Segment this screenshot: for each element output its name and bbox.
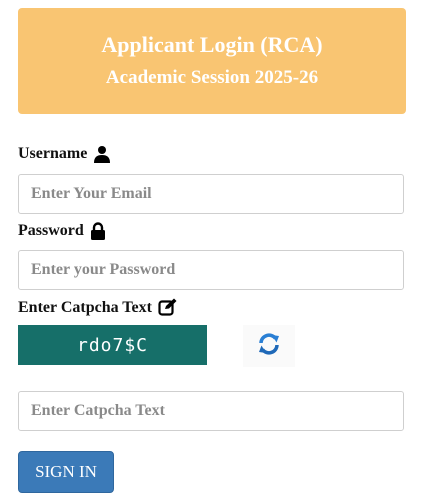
- captcha-input[interactable]: [18, 391, 404, 431]
- edit-icon: [158, 298, 177, 317]
- captcha-image-text: rdo7$C: [76, 334, 149, 356]
- captcha-refresh-button[interactable]: [243, 325, 295, 367]
- refresh-icon: [257, 332, 281, 361]
- password-input[interactable]: [18, 250, 404, 290]
- page-subtitle: Academic Session 2025-26: [105, 67, 319, 88]
- captcha-label-row: Enter Catpcha Text: [18, 298, 177, 317]
- password-label-row: Password: [18, 222, 106, 240]
- lock-icon: [90, 222, 106, 240]
- password-label: Password: [18, 222, 84, 239]
- user-icon: [93, 145, 111, 163]
- username-input[interactable]: [18, 174, 404, 214]
- sign-in-button[interactable]: SIGN IN: [18, 451, 114, 493]
- username-label-row: Username: [18, 145, 111, 163]
- username-label: Username: [18, 145, 88, 162]
- page-title: Applicant Login (RCA): [101, 32, 323, 57]
- captcha-label: Enter Catpcha Text: [18, 298, 152, 316]
- login-header: Applicant Login (RCA) Academic Session 2…: [18, 8, 406, 114]
- captcha-image: rdo7$C: [18, 325, 207, 365]
